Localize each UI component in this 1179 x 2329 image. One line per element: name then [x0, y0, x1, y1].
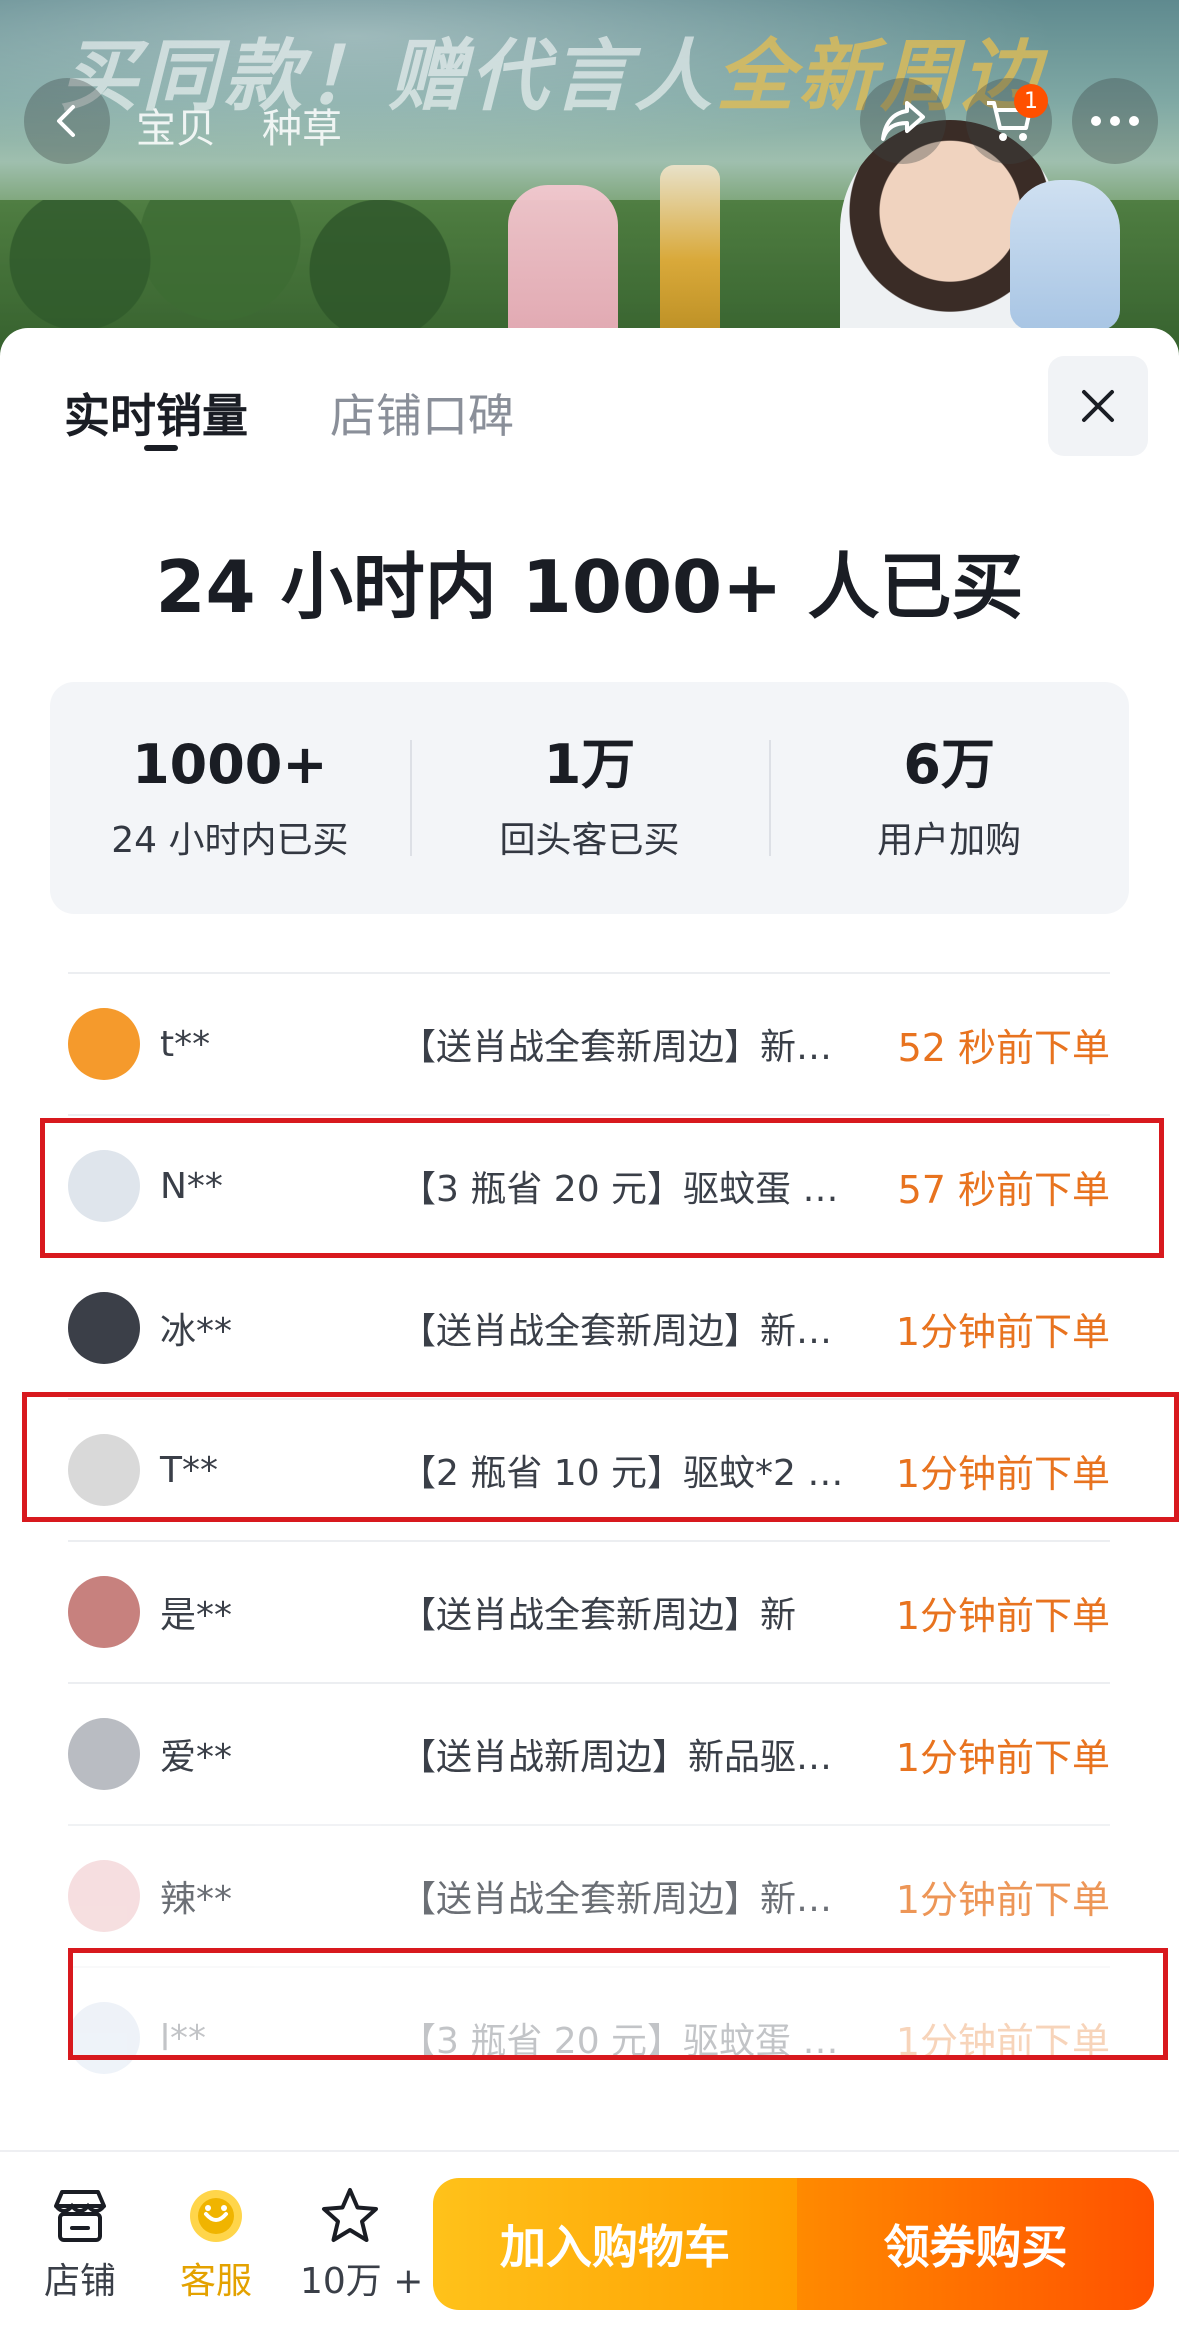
- highlight-box-row-2: [40, 1118, 1164, 1258]
- list-item: 辣** 【送肖战全套新周边】新… 1分钟前下单: [68, 1824, 1110, 1966]
- highlight-box-row-4: [22, 1392, 1179, 1522]
- share-button[interactable]: [860, 78, 946, 164]
- customer-service-icon: [190, 2190, 242, 2242]
- avatar: [68, 1292, 140, 1364]
- chevron-left-icon: [57, 105, 75, 137]
- tab-store-reputation[interactable]: 店铺口碑: [330, 380, 514, 446]
- add-to-cart-button[interactable]: 加入购物车: [433, 2178, 797, 2310]
- stat-value: 6万: [903, 732, 995, 796]
- stat-value: 1000+: [132, 732, 328, 796]
- nav-tab-zhongcao[interactable]: 种草: [262, 96, 342, 154]
- stat-label: 用户加购: [877, 820, 1022, 862]
- more-button[interactable]: [1072, 78, 1158, 164]
- store-button[interactable]: 店铺: [30, 2184, 130, 2304]
- order-product: 【送肖战新周边】新品驱…: [400, 1737, 833, 1778]
- product-bottle-image-2: [660, 165, 720, 355]
- stat-added-to-cart: 6万 用户加购: [769, 682, 1129, 914]
- stat-value: 1万: [543, 732, 636, 796]
- sales-headline: 24 小时内 1000+ 人已买: [155, 545, 1024, 629]
- list-item: 爱** 【送肖战新周边】新品驱… 1分钟前下单: [68, 1682, 1110, 1824]
- star-icon: [322, 2188, 378, 2242]
- highlight-box-row-8: [68, 1948, 1168, 2060]
- stat-returning-buyers: 1万 回头客已买: [409, 682, 770, 914]
- back-button[interactable]: [24, 78, 110, 164]
- coupon-buy-button[interactable]: 领券购买: [797, 2178, 1154, 2310]
- share-icon: [881, 101, 925, 141]
- avatar: [68, 1576, 140, 1648]
- order-time: 52 秒前下单: [897, 1025, 1110, 1070]
- order-time: 1分钟前下单: [895, 1309, 1110, 1354]
- stat-bought-24h: 1000+ 24 小时内已买: [50, 682, 410, 914]
- list-item: 是** 【送肖战全套新周边】新 1分钟前下单: [68, 1540, 1110, 1682]
- order-user: 爱**: [160, 1737, 233, 1778]
- order-product: 【送肖战全套新周边】新…: [400, 1879, 833, 1920]
- favorite-button[interactable]: 10万 +: [300, 2184, 424, 2304]
- store-icon: [54, 2190, 106, 2242]
- customer-service-label: 客服: [179, 2261, 252, 2302]
- customer-service-button[interactable]: 客服: [166, 2184, 266, 2304]
- more-dots-icon: [1091, 116, 1139, 126]
- stats-panel: 1000+ 24 小时内已买 1万 回头客已买 6万 用户加购: [50, 682, 1129, 914]
- order-user: 辣**: [160, 1879, 233, 1920]
- order-time: 1分钟前下单: [895, 1877, 1110, 1922]
- close-button[interactable]: [1048, 356, 1148, 456]
- bottom-action-bar: 店铺 客服 10万 + 加入购物车 领券购买: [0, 2150, 1179, 2329]
- order-product: 【送肖战全套新周边】新…: [400, 1027, 833, 1068]
- order-product: 【送肖战全套新周边】新…: [400, 1311, 833, 1352]
- product-jar-image: [1010, 180, 1120, 330]
- list-item: 冰** 【送肖战全套新周边】新… 1分钟前下单: [68, 1256, 1110, 1398]
- avatar: [68, 1860, 140, 1932]
- product-banner: 买同款！赠代言人全新周边 宝贝 种草 1: [0, 0, 1179, 360]
- close-icon: [1082, 390, 1114, 422]
- nav-tab-baobei[interactable]: 宝贝: [136, 96, 216, 154]
- store-label: 店铺: [43, 2261, 116, 2302]
- cart-button[interactable]: 1: [966, 78, 1052, 164]
- order-time: 1分钟前下单: [895, 1735, 1110, 1780]
- avatar: [68, 1718, 140, 1790]
- stat-label: 24 小时内已买: [111, 820, 349, 862]
- tab-realtime-sales[interactable]: 实时销量: [64, 380, 248, 446]
- list-item: t** 【送肖战全套新周边】新… 52 秒前下单: [68, 972, 1110, 1114]
- order-user: 冰**: [160, 1311, 233, 1352]
- order-product: 【送肖战全套新周边】新: [400, 1595, 797, 1636]
- tab-active-indicator: [144, 445, 178, 451]
- stat-label: 回头客已买: [499, 820, 680, 862]
- order-user: 是**: [160, 1595, 233, 1636]
- favorite-count-label: 10万 +: [300, 2261, 424, 2302]
- top-nav-tabs: 宝贝 种草: [136, 96, 342, 154]
- order-user: t**: [160, 1023, 211, 1065]
- cart-badge: 1: [1014, 84, 1048, 118]
- order-time: 1分钟前下单: [895, 1593, 1110, 1638]
- avatar: [68, 1008, 140, 1080]
